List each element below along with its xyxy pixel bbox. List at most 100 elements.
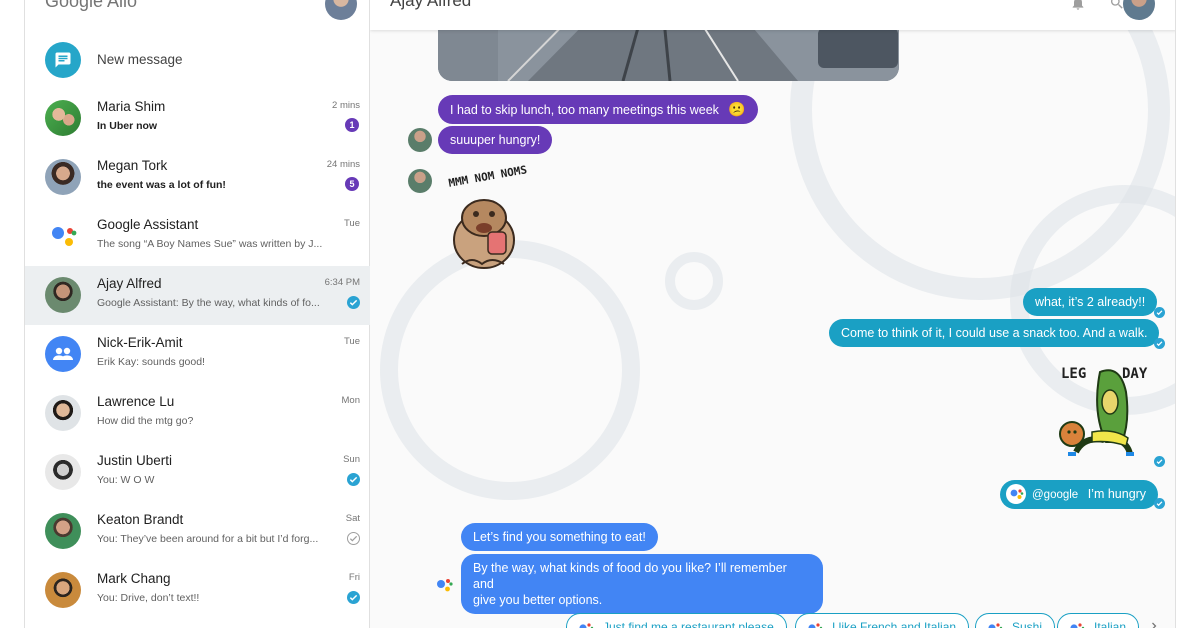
conversation-item[interactable]: Mark Chang You: Drive, don’t text!! Fri — [25, 561, 370, 620]
sticker-mmm-nom-noms[interactable]: MMM NOM NOMS — [442, 163, 542, 270]
sticker-leg-day[interactable]: LEG DAY — [1052, 362, 1152, 462]
check-icon — [1154, 307, 1165, 318]
avatar — [45, 454, 81, 490]
conversation-time: Fri — [348, 572, 360, 583]
avatar — [45, 100, 81, 136]
conversation-time: Sun — [343, 454, 360, 465]
chevron-right-icon[interactable] — [1148, 619, 1160, 628]
conversation-preview: Google Assistant: By the way, what kinds… — [97, 297, 320, 309]
chat-peer-avatar[interactable] — [1123, 0, 1155, 20]
conversation-name: Google Assistant — [97, 217, 199, 232]
conversation-item[interactable]: Megan Tork the event was a lot of fun! 2… — [25, 148, 370, 207]
conversation-name: Keaton Brandt — [97, 512, 184, 527]
conversation-time: 6:34 PM — [324, 277, 360, 288]
check-icon — [347, 296, 360, 309]
suggestion-chip[interactable]: Just find me a restaurant please — [566, 613, 787, 628]
confused-emoji-icon: 😕 — [728, 101, 746, 117]
chat-pane: Ajay Alfred I had to skip lunch, too man… — [370, 0, 1175, 628]
suggestion-label: Just find me a restaurant please — [603, 620, 774, 628]
assistant-message[interactable]: By the way, what kinds of food do you li… — [461, 554, 823, 614]
my-avatar[interactable] — [325, 0, 357, 20]
suggestion-chip[interactable]: Italian — [1057, 613, 1140, 628]
received-message[interactable]: suuuper hungry! — [438, 126, 553, 154]
conversation-preview: You: W O W — [97, 474, 155, 486]
suggestion-label: Sushi — [1012, 620, 1043, 628]
chat-title: Ajay Alfred — [390, 0, 472, 10]
suggestion-label: Italian — [1094, 620, 1127, 628]
message-text: suuuper hungry! — [450, 133, 541, 147]
google-assistant-icon — [806, 621, 824, 628]
conversation-preview: How did the mtg go? — [97, 415, 194, 427]
avatar — [45, 395, 81, 431]
conversation-name: Justin Uberti — [97, 453, 173, 468]
bell-icon[interactable] — [1070, 0, 1086, 16]
allo-app: Google Allo New message Maria Shim In Ub… — [24, 0, 1176, 628]
avatar — [45, 513, 81, 549]
sent-message[interactable]: what, it’s 2 already!! — [1023, 288, 1158, 316]
google-assistant-icon — [1006, 484, 1026, 504]
unread-badge: 1 — [345, 118, 359, 132]
conversation-item[interactable]: Keaton Brandt You: They’ve been around f… — [25, 502, 370, 561]
new-message-button[interactable]: New message — [25, 40, 370, 80]
suggestion-label: I like French and Italian — [832, 620, 957, 628]
sender-avatar — [408, 169, 432, 193]
message-text: what, it’s 2 already!! — [1035, 295, 1146, 309]
conversation-item[interactable]: Justin Uberti You: W O W Sun — [25, 443, 370, 502]
message-text-line: give you better options. — [473, 593, 603, 607]
message-text: Let’s find you something to eat! — [473, 530, 646, 544]
conversation-name: Lawrence Lu — [97, 394, 175, 409]
google-assistant-icon — [986, 621, 1004, 628]
assistant-mention: @google — [1032, 489, 1079, 501]
message-text-line: By the way, what kinds of food do you li… — [473, 561, 787, 591]
conversation-preview: The song “A Boy Names Sue” was written b… — [97, 238, 323, 250]
check-icon — [1154, 498, 1165, 509]
conversation-item[interactable]: Lawrence Lu How did the mtg go? Mon — [25, 384, 370, 443]
avatar — [45, 159, 81, 195]
google-assistant-icon — [432, 573, 456, 597]
conversation-time: Mon — [341, 395, 360, 406]
chat-icon — [45, 42, 81, 78]
conversation-sidebar: Google Allo New message Maria Shim In Ub… — [25, 0, 370, 628]
conversation-preview: In Uber now — [97, 120, 158, 132]
conversation-preview: Erik Kay: sounds good! — [97, 356, 205, 368]
background-ring — [380, 240, 640, 500]
conversation-name: Megan Tork — [97, 158, 168, 173]
sent-message[interactable]: Come to think of it, I could use a snack… — [829, 319, 1160, 347]
assistant-message[interactable]: Let’s find you something to eat! — [461, 523, 658, 551]
suggestion-chip[interactable]: I like French and Italian — [795, 613, 970, 628]
chat-header: Ajay Alfred — [370, 0, 1175, 30]
check-icon — [347, 532, 360, 545]
conversation-item[interactable]: Maria Shim In Uber now 2 mins 1 — [25, 89, 370, 148]
sticker-caption-right: DAY — [1122, 366, 1148, 382]
conversation-name: Mark Chang — [97, 571, 171, 586]
group-icon — [45, 336, 81, 372]
check-icon — [1154, 456, 1165, 467]
check-icon — [347, 591, 360, 604]
check-icon — [1154, 338, 1165, 349]
app-brand: Google Allo — [45, 0, 138, 11]
conversation-item[interactable]: Google Assistant The song “A Boy Names S… — [25, 207, 370, 266]
message-text: I’m hungry — [1087, 487, 1147, 501]
conversation-time: Tue — [343, 218, 360, 229]
unread-badge: 5 — [345, 177, 359, 191]
avatar — [45, 277, 81, 313]
google-assistant-icon — [577, 621, 595, 628]
conversation-name: Ajay Alfred — [97, 276, 162, 291]
conversation-name: Maria Shim — [97, 99, 166, 114]
conversation-item[interactable]: Nick-Erik-Amit Erik Kay: sounds good! Tu… — [25, 325, 370, 384]
google-assistant-icon — [45, 218, 81, 254]
sender-avatar — [408, 128, 432, 152]
avatar — [45, 572, 81, 608]
background-ring — [665, 252, 723, 310]
suggestion-chip[interactable]: Sushi — [975, 613, 1056, 628]
conversation-time: Sat — [345, 513, 360, 524]
check-icon — [347, 473, 360, 486]
google-assistant-icon — [1068, 621, 1086, 628]
conversation-preview: the event was a lot of fun! — [97, 179, 226, 191]
sent-message-assistant-mention[interactable]: @google I’m hungry — [1000, 480, 1159, 509]
conversation-name: Nick-Erik-Amit — [97, 335, 183, 350]
new-message-label: New message — [97, 52, 183, 67]
received-message[interactable]: I had to skip lunch, too many meetings t… — [438, 95, 758, 124]
conversation-item-active[interactable]: Ajay Alfred Google Assistant: By the way… — [25, 266, 370, 325]
conversation-time: 2 mins — [332, 100, 360, 111]
